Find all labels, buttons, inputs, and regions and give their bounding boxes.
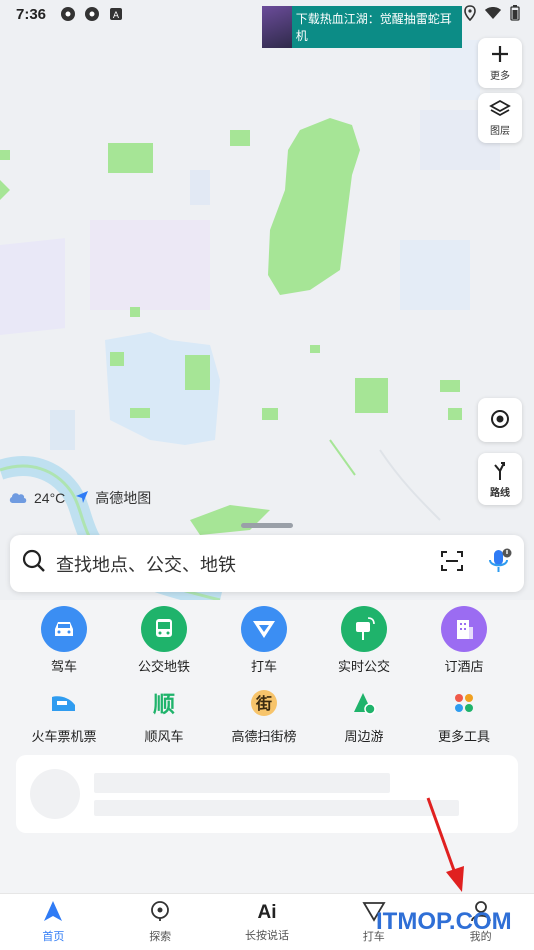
ai-voice-icon: Ai	[257, 901, 277, 923]
status-time: 7:36	[16, 5, 47, 23]
notification-a-icon: A	[108, 6, 124, 22]
bus-icon	[141, 606, 187, 652]
route-label: 路线	[490, 488, 510, 499]
search-bar[interactable]: 查找地点、公交、地铁	[10, 535, 524, 592]
layers-button[interactable]: 图层	[478, 93, 522, 143]
skeleton-line	[94, 800, 459, 816]
hotel-icon	[441, 606, 487, 652]
cloud-icon	[8, 490, 28, 507]
quick-actions-row-2: 火车票机票 顺 顺风车 街 高德扫街榜 周边游 更多工具	[0, 682, 534, 745]
quick-action-label: 火车票机票	[31, 729, 97, 744]
quick-actions-row-1: 驾车 公交地铁 打车 实时公交 订酒店	[0, 606, 534, 675]
quick-action-more-tools[interactable]: 更多工具	[414, 682, 514, 745]
tab-label: 首页	[42, 931, 65, 943]
weather-info[interactable]: 24°C 高德地图	[8, 488, 151, 508]
skeleton-line	[94, 773, 390, 793]
search-icon	[22, 549, 46, 578]
quick-action-street-ranking[interactable]: 街 高德扫街榜	[214, 682, 314, 745]
quick-action-hotel[interactable]: 订酒店	[414, 606, 514, 675]
ranking-icon: 街	[247, 686, 281, 720]
quick-action-carpool[interactable]: 顺 顺风车	[114, 682, 214, 745]
scan-icon[interactable]	[440, 550, 464, 577]
ad-text: 下载热血江湖：觉醒抽雷蛇耳机	[295, 12, 452, 43]
car-icon	[41, 606, 87, 652]
nearby-tour-icon	[347, 686, 381, 720]
quick-action-label: 驾车	[50, 659, 77, 674]
skeleton-avatar	[30, 769, 80, 819]
route-icon	[490, 459, 510, 484]
more-button[interactable]: 更多	[478, 38, 522, 88]
more-label: 更多	[490, 71, 510, 82]
locate-icon	[489, 408, 511, 433]
drawer-handle[interactable]	[241, 523, 293, 528]
plus-icon	[490, 44, 510, 67]
search-input[interactable]: 查找地点、公交、地铁	[56, 551, 440, 577]
svg-text:街: 街	[255, 694, 272, 713]
train-icon	[47, 686, 81, 720]
quick-action-taxi[interactable]: 打车	[214, 606, 314, 675]
quick-action-drive[interactable]: 驾车	[14, 606, 114, 675]
map-canvas	[0, 40, 500, 600]
route-button[interactable]: 路线	[478, 453, 522, 505]
tab-voice[interactable]: Ai 长按说话	[214, 894, 321, 950]
wifi-icon	[484, 5, 502, 25]
app-notification-icon	[84, 6, 100, 22]
quick-action-label: 高德扫街榜	[231, 729, 297, 744]
quick-action-label: 更多工具	[437, 729, 490, 744]
quick-action-label: 顺风车	[144, 729, 184, 744]
brand-label: 高德地图	[95, 490, 152, 506]
location-status-icon	[464, 5, 476, 25]
more-tools-icon	[447, 686, 481, 720]
layers-label: 图层	[490, 126, 510, 137]
svg-text:A: A	[113, 11, 120, 21]
tab-label: 长按说话	[244, 929, 289, 942]
carpool-icon: 顺	[152, 692, 175, 717]
quick-action-nearby-tour[interactable]: 周边游	[314, 682, 414, 745]
app-notification-icon	[60, 6, 76, 22]
tab-label: 探索	[149, 931, 172, 943]
ad-image	[262, 6, 292, 48]
taxi-icon	[241, 606, 287, 652]
map-view[interactable]	[0, 0, 534, 600]
locate-button[interactable]	[478, 398, 522, 442]
tab-home[interactable]: 首页	[0, 894, 107, 950]
quick-action-label: 公交地铁	[137, 659, 190, 674]
quick-action-train-flight[interactable]: 火车票机票	[14, 682, 114, 745]
content-card-placeholder	[16, 755, 518, 833]
quick-action-realtime-bus[interactable]: 实时公交	[314, 606, 414, 675]
location-pin-icon	[149, 900, 171, 925]
ad-banner[interactable]: 下载热血江湖：觉醒抽雷蛇耳机	[262, 6, 462, 48]
amap-logo-icon	[75, 490, 89, 507]
quick-action-label: 订酒店	[444, 659, 484, 674]
quick-action-label: 实时公交	[337, 659, 390, 674]
layers-icon	[489, 99, 511, 122]
quick-action-bus-subway[interactable]: 公交地铁	[114, 606, 214, 675]
quick-action-label: 周边游	[344, 729, 384, 744]
watermark-text: ITMOP.COM	[376, 908, 512, 935]
voice-mic-icon[interactable]	[486, 547, 512, 580]
tab-explore[interactable]: 探索	[107, 894, 214, 950]
battery-icon	[510, 5, 520, 25]
temperature: 24°C	[34, 490, 66, 506]
quick-action-label: 打车	[250, 659, 277, 674]
navigation-arrow-icon	[42, 900, 64, 925]
bus-stop-icon	[341, 606, 387, 652]
